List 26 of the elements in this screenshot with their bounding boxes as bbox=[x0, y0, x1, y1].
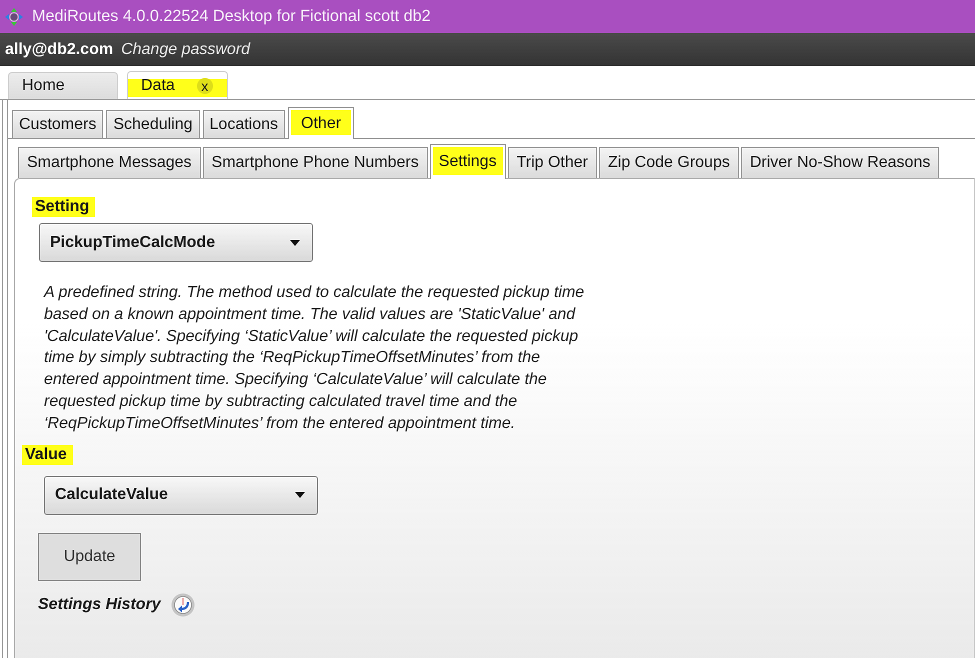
setting-label: Setting bbox=[32, 197, 96, 217]
category-tab[interactable]: Other bbox=[288, 107, 354, 139]
subcategory-tab[interactable]: Smartphone Messages bbox=[18, 147, 201, 178]
value-label: Value bbox=[22, 444, 73, 465]
value-dropdown[interactable]: CalculateValue bbox=[44, 476, 318, 515]
change-password-link[interactable]: Change password bbox=[121, 40, 250, 58]
category-tab[interactable]: Scheduling bbox=[106, 110, 200, 138]
setting-description: A predefined string. The method used to calculate the requested pickup time based on a known appointment time. The valid values are 'StaticValue' and 'CalculateValue'. Specifying ‘StaticValue’ will calculate the requested pickup time by simply subtracting the ‘ReqPickupTimeOffsetMinutes’ from the entered appointment time. Specifying ‘CalculateValue’ will calculate the requested pickup time by subtracting calculated travel time and the ‘ReqPickupTimeOffsetMinutes’ from the entered appointment time. bbox=[44, 283, 586, 434]
window-title: MediRoutes 4.0.0.22524 Desktop for Fictional scott db2 bbox=[32, 7, 431, 26]
setting-dropdown[interactable]: PickupTimeCalcMode bbox=[39, 223, 313, 262]
close-button[interactable]: x bbox=[196, 78, 213, 94]
category-tab[interactable]: Locations bbox=[202, 110, 286, 138]
settings-history-label: Settings History bbox=[38, 596, 161, 614]
category-tab[interactable]: Customers bbox=[12, 110, 104, 138]
subcategory-tab[interactable]: Trip Other bbox=[508, 147, 597, 178]
logo-icon bbox=[5, 8, 23, 26]
main-tab[interactable]: Home bbox=[8, 72, 118, 99]
subcategory-tab[interactable]: Settings bbox=[430, 144, 506, 179]
main-tab[interactable]: Data x bbox=[127, 71, 228, 99]
update-button[interactable]: Update bbox=[38, 532, 141, 581]
subcategory-tab[interactable]: Driver No-Show Reasons bbox=[740, 147, 940, 178]
subcategory-tab[interactable]: Zip Code Groups bbox=[599, 147, 739, 178]
caret-icon bbox=[295, 492, 305, 498]
user-email: ally@db2.com bbox=[5, 40, 114, 58]
caret-icon bbox=[290, 240, 300, 246]
subcategory-tab[interactable]: Smartphone Phone Numbers bbox=[202, 147, 428, 178]
